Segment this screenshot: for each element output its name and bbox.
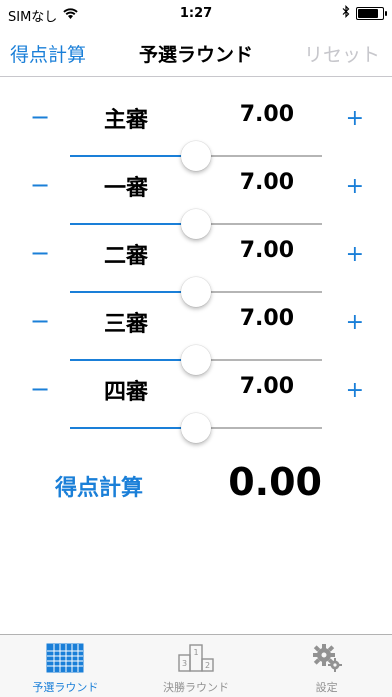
judge-label: 二審: [103, 244, 148, 269]
score-slider[interactable]: [70, 413, 322, 443]
status-time: 1:27: [179, 6, 213, 21]
judge-value: 7.00: [239, 306, 294, 331]
svg-text:3: 3: [182, 659, 187, 668]
decrement-button[interactable]: −: [30, 102, 50, 132]
status-bar: SIMなし 1:27: [0, 0, 392, 28]
tab-label: 設定: [315, 681, 338, 694]
slider-thumb[interactable]: [181, 345, 211, 375]
tab-settings[interactable]: 設定: [261, 635, 392, 697]
increment-button[interactable]: +: [346, 308, 364, 338]
score-slider[interactable]: [70, 141, 322, 171]
judge-row-main: − 主審 7.00 +: [0, 100, 392, 171]
judge-row-fourth: − 四審 7.00 +: [0, 372, 392, 443]
battery-fill: [358, 9, 379, 18]
tab-bar: 予選ラウンド 1 3 2 決勝ラウンド 設定: [0, 634, 392, 697]
slider-fill: [70, 359, 196, 361]
score-slider[interactable]: [70, 209, 322, 239]
score-slider[interactable]: [70, 277, 322, 307]
judge-value: 7.00: [239, 170, 294, 195]
judge-value: 7.00: [239, 238, 294, 263]
decrement-button[interactable]: −: [30, 238, 50, 268]
gear-icon: [308, 643, 346, 673]
increment-button[interactable]: +: [346, 376, 364, 406]
judge-label: 一審: [103, 176, 148, 201]
decrement-button[interactable]: −: [30, 374, 50, 404]
slider-thumb[interactable]: [181, 413, 211, 443]
judge-row-second: − 二審 7.00 +: [0, 236, 392, 307]
slider-fill: [70, 291, 196, 293]
svg-text:2: 2: [205, 661, 210, 670]
battery-icon: [356, 7, 387, 20]
tab-final[interactable]: 1 3 2 決勝ラウンド: [131, 635, 262, 697]
judge-row-first: − 一審 7.00 +: [0, 168, 392, 239]
reset-button[interactable]: リセット: [304, 40, 380, 67]
judge-value: 7.00: [239, 374, 294, 399]
navigation-bar: 得点計算 予選ラウンド リセット: [0, 28, 392, 77]
status-right: [342, 5, 387, 22]
calculate-score-button[interactable]: 得点計算: [55, 470, 143, 502]
slider-fill: [70, 427, 196, 429]
slider-thumb[interactable]: [181, 277, 211, 307]
judge-label: 三審: [103, 312, 148, 337]
total-score: 0.00: [228, 460, 322, 504]
tab-label: 決勝ラウンド: [163, 681, 229, 694]
grid-icon: [46, 643, 84, 673]
increment-button[interactable]: +: [346, 240, 364, 270]
increment-button[interactable]: +: [346, 104, 364, 134]
svg-text:1: 1: [193, 648, 198, 657]
judge-label: 主審: [103, 108, 148, 133]
decrement-button[interactable]: −: [30, 306, 50, 336]
score-slider[interactable]: [70, 345, 322, 375]
podium-icon: 1 3 2: [177, 643, 215, 673]
judge-row-third: − 三審 7.00 +: [0, 304, 392, 375]
slider-fill: [70, 155, 196, 157]
decrement-button[interactable]: −: [30, 170, 50, 200]
judge-value: 7.00: [239, 102, 294, 127]
bluetooth-icon: [342, 5, 350, 22]
tab-label: 予選ラウンド: [32, 681, 99, 694]
tab-preliminary[interactable]: 予選ラウンド: [0, 635, 131, 697]
judge-label: 四審: [103, 380, 148, 405]
slider-thumb[interactable]: [181, 209, 211, 239]
slider-fill: [70, 223, 196, 225]
slider-thumb[interactable]: [181, 141, 211, 171]
increment-button[interactable]: +: [346, 172, 364, 202]
